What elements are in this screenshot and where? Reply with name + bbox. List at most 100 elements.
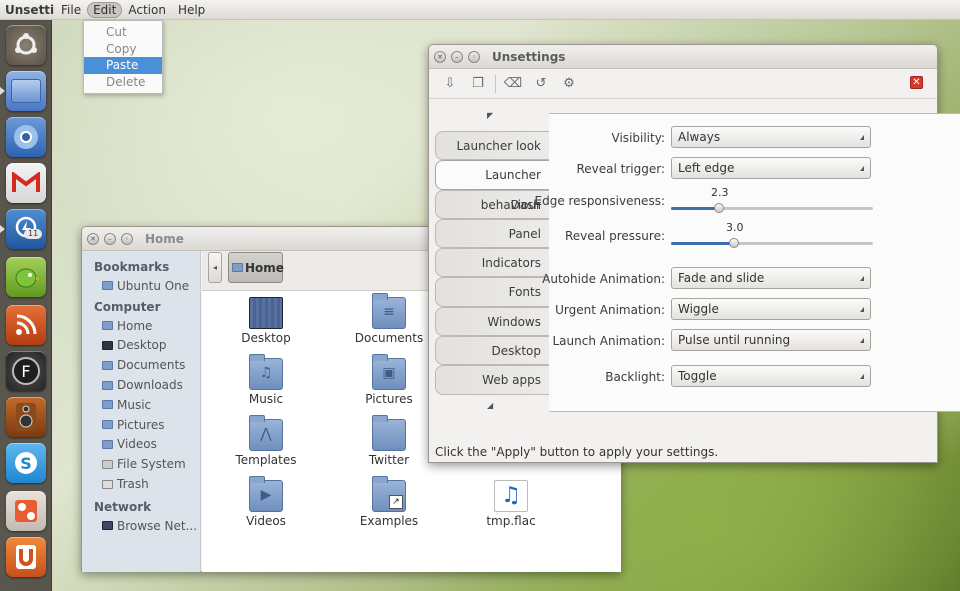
settings-tabs: Launcher look Launcher behaviour Dash Pa… bbox=[435, 131, 549, 395]
slider-handle[interactable] bbox=[714, 203, 724, 213]
maximize-window-button[interactable]: ◦ bbox=[121, 232, 133, 245]
tabs-scroll-up-icon[interactable]: ◤ bbox=[487, 111, 493, 120]
window-title: Home bbox=[145, 231, 184, 246]
videos-folder-icon bbox=[102, 439, 113, 449]
sidebar-item-browse-network[interactable]: Browse Net... bbox=[82, 516, 200, 536]
tab-launcher-look[interactable]: Launcher look bbox=[435, 131, 549, 161]
file-item-documents[interactable]: ≡ Documents bbox=[339, 293, 439, 345]
skype-icon[interactable]: S bbox=[6, 443, 46, 483]
unsettings-window: ✕ – ◦ Unsettings ⇩ ❐ ⌫ ↺ ⚙ ✕ ◤ Launcher … bbox=[428, 44, 960, 463]
folder-icon bbox=[102, 360, 113, 370]
download-icon[interactable]: ⇩ bbox=[439, 73, 461, 95]
slider-handle[interactable] bbox=[729, 238, 739, 248]
reveal-pressure-value: 3.0 bbox=[726, 221, 744, 234]
window-title: Unsettings bbox=[492, 49, 566, 64]
sidebar-item-desktop[interactable]: Desktop bbox=[82, 336, 200, 356]
tab-windows[interactable]: Windows bbox=[435, 306, 549, 337]
sidebar-item-trash[interactable]: Trash bbox=[82, 474, 200, 494]
tab-desktop[interactable]: Desktop bbox=[435, 336, 549, 366]
menu-item-copy[interactable]: Copy bbox=[84, 41, 162, 58]
documents-folder-icon: ≡ bbox=[372, 293, 406, 329]
system-settings-icon[interactable] bbox=[6, 491, 46, 531]
home-folder-icon bbox=[102, 321, 113, 331]
sidebar-item-downloads[interactable]: Downloads bbox=[82, 375, 200, 395]
sidebar-item-file-system[interactable]: File System bbox=[82, 454, 200, 474]
slider-fill bbox=[671, 207, 719, 210]
menu-file[interactable]: File bbox=[55, 2, 87, 18]
sidebar-item-home[interactable]: Home bbox=[82, 316, 200, 336]
computer-heading: Computer bbox=[94, 299, 161, 314]
reset-icon[interactable]: ↺ bbox=[530, 73, 552, 95]
close-window-button[interactable]: ✕ bbox=[87, 232, 99, 245]
minimize-window-button[interactable]: – bbox=[104, 232, 116, 245]
gmail-icon[interactable] bbox=[6, 163, 46, 203]
gwibber-bird-icon[interactable] bbox=[6, 257, 46, 297]
menu-action[interactable]: Action bbox=[122, 2, 172, 18]
pictures-folder-icon: ▣ bbox=[372, 354, 406, 390]
bookmarks-heading: Bookmarks bbox=[94, 260, 170, 274]
network-heading: Network bbox=[94, 499, 152, 514]
desktop-folder-icon bbox=[249, 297, 283, 329]
sidebar-item-videos[interactable]: Videos bbox=[82, 435, 200, 455]
svg-text:F: F bbox=[21, 362, 30, 381]
top-panel: Unsettings File Edit Action Help bbox=[0, 0, 960, 20]
drive-icon bbox=[102, 459, 113, 469]
f-spot-icon[interactable]: F bbox=[6, 351, 46, 391]
clear-icon[interactable]: ⌫ bbox=[502, 73, 524, 95]
sidebar-item-documents[interactable]: Documents bbox=[82, 355, 200, 375]
tab-panel[interactable]: Panel bbox=[435, 218, 549, 249]
close-red-icon[interactable]: ✕ bbox=[910, 76, 923, 89]
menu-item-paste[interactable]: Paste bbox=[84, 57, 162, 74]
file-item-examples[interactable]: ↗ Examples bbox=[339, 476, 439, 528]
chromium-icon[interactable] bbox=[6, 117, 46, 157]
tab-launcher-behaviour[interactable]: Launcher behaviour bbox=[435, 160, 549, 212]
breadcrumb-home-button[interactable]: Home bbox=[228, 252, 284, 283]
ubuntu-logo-icon[interactable] bbox=[6, 25, 46, 65]
ubuntu-one-icon[interactable] bbox=[6, 537, 46, 577]
urgent-animation-dropdown[interactable]: Wiggle bbox=[671, 298, 871, 320]
file-item-templates[interactable]: ⋀ Templates bbox=[216, 415, 316, 467]
places-sidebar: Bookmarks Ubuntu One Computer Home Deskt… bbox=[82, 251, 201, 572]
reveal-trigger-dropdown[interactable]: Left edge bbox=[671, 157, 871, 179]
files-icon[interactable] bbox=[6, 71, 46, 111]
backlight-dropdown[interactable]: Toggle bbox=[671, 365, 871, 387]
sidebar-item-ubuntu-one[interactable]: Ubuntu One bbox=[82, 276, 200, 296]
trash-icon bbox=[102, 479, 113, 489]
edge-responsiveness-slider[interactable] bbox=[671, 203, 873, 213]
unread-count-badge: 11 bbox=[24, 229, 43, 239]
breadcrumb-back-button[interactable]: ◂ bbox=[208, 252, 222, 283]
file-item-desktop[interactable]: Desktop bbox=[216, 297, 316, 345]
menu-item-delete[interactable]: Delete bbox=[84, 74, 162, 91]
reveal-pressure-slider[interactable] bbox=[671, 238, 873, 248]
tab-fonts[interactable]: Fonts bbox=[435, 277, 549, 307]
tab-indicators[interactable]: Indicators bbox=[435, 248, 549, 278]
home-folder-icon bbox=[232, 263, 243, 272]
autohide-animation-dropdown[interactable]: Fade and slide bbox=[671, 267, 871, 289]
rss-feed-icon[interactable] bbox=[6, 305, 46, 345]
copy-icon[interactable]: ❐ bbox=[467, 73, 489, 95]
launch-animation-dropdown[interactable]: Pulse until running bbox=[671, 329, 871, 351]
menu-item-cut[interactable]: Cut bbox=[84, 24, 162, 41]
speaker-icon[interactable] bbox=[6, 397, 46, 437]
tabs-scroll-down-icon[interactable]: ◢ bbox=[487, 401, 493, 410]
sidebar-item-pictures[interactable]: Pictures bbox=[82, 415, 200, 435]
minimize-window-button[interactable]: – bbox=[451, 50, 463, 63]
edge-responsiveness-label: Edge responsiveness: bbox=[534, 194, 666, 208]
pictures-folder-icon bbox=[102, 420, 113, 430]
close-window-button[interactable]: ✕ bbox=[434, 50, 446, 63]
audio-file-icon: ♫ bbox=[494, 480, 528, 512]
menu-help[interactable]: Help bbox=[172, 2, 211, 18]
tab-web-apps[interactable]: Web apps bbox=[435, 365, 549, 395]
maximize-window-button[interactable]: ◦ bbox=[468, 50, 480, 63]
file-item-tmp-flac[interactable]: ♫ tmp.flac bbox=[461, 480, 561, 528]
file-item-pictures[interactable]: ▣ Pictures bbox=[339, 354, 439, 406]
menu-edit[interactable]: Edit bbox=[87, 1, 123, 18]
launcher: 11 F S bbox=[0, 20, 52, 591]
sidebar-item-music[interactable]: Music bbox=[82, 395, 200, 415]
file-item-twitter[interactable]: Twitter bbox=[339, 415, 439, 467]
file-item-music[interactable]: ♫ Music bbox=[216, 354, 316, 406]
file-item-videos[interactable]: ▶ Videos bbox=[216, 476, 316, 528]
gears-icon[interactable]: ⚙ bbox=[558, 73, 580, 95]
visibility-dropdown[interactable]: Always bbox=[671, 126, 871, 148]
folder-icon bbox=[102, 281, 113, 291]
